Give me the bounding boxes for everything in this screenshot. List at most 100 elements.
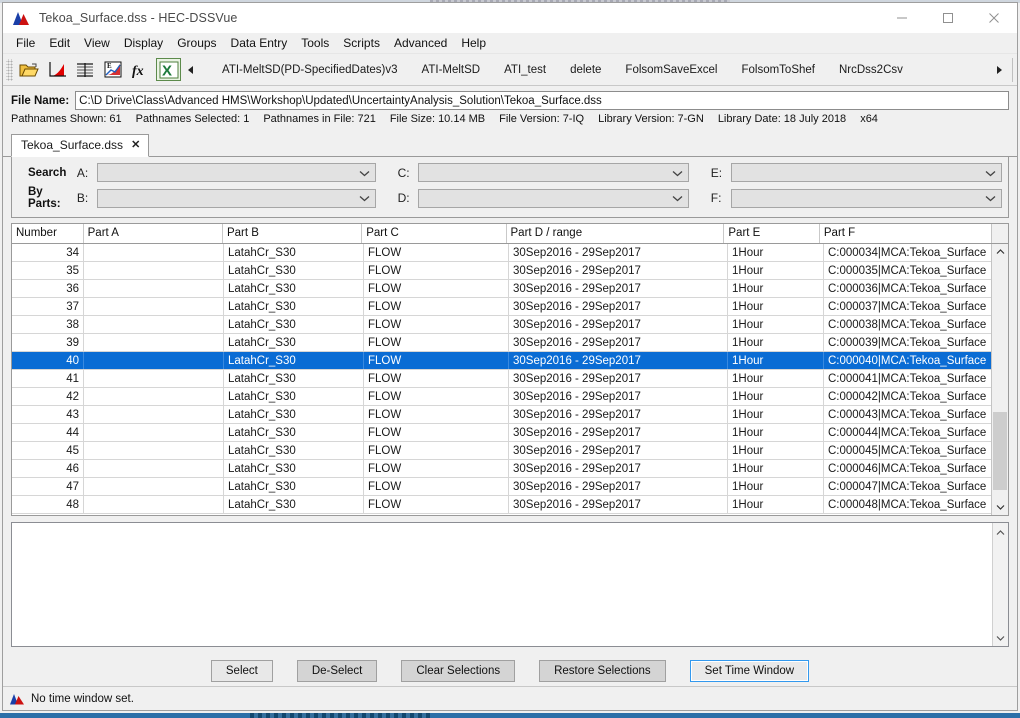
- table-row[interactable]: 37 LatahCr_S30 FLOW 30Sep2016 - 29Sep2017 1H…: [12, 298, 1008, 316]
- column-header-part-d-range[interactable]: Part D / range: [507, 224, 725, 243]
- column-header-part-c[interactable]: Part C: [362, 224, 507, 243]
- chevron-down-icon[interactable]: [996, 630, 1005, 644]
- table-row[interactable]: 35 LatahCr_S30 FLOW 30Sep2016 - 29Sep2017 1H…: [12, 262, 1008, 280]
- menu-advanced[interactable]: Advanced: [387, 34, 454, 52]
- table-row[interactable]: 36 LatahCr_S30 FLOW 30Sep2016 - 29Sep2017 1H…: [12, 280, 1008, 298]
- part-a-combobox[interactable]: [97, 163, 376, 182]
- math-function-icon[interactable]: fx: [128, 57, 154, 83]
- file-path-input[interactable]: C:\D Drive\Class\Advanced HMS\Workshop\U…: [75, 91, 1009, 110]
- chevron-down-icon[interactable]: [985, 166, 996, 180]
- cell-part-f: C:000044|MCA:Tekoa_Surface: [828, 427, 987, 439]
- part-f-combobox[interactable]: [731, 188, 1002, 208]
- pathname-table: Number Part A Part B Part C Part D / ran…: [11, 223, 1009, 516]
- column-header-part-f[interactable]: Part F: [820, 224, 991, 243]
- plot-chart-icon[interactable]: [44, 57, 70, 83]
- taskbar-buttons-remnant[interactable]: [250, 713, 430, 718]
- de-select-button[interactable]: De-Select: [296, 660, 378, 682]
- taskbar-strip[interactable]: [0, 713, 1020, 718]
- cell-part-d: 30Sep2016 - 29Sep2017: [509, 460, 728, 477]
- table-row[interactable]: 45 LatahCr_S30 FLOW 30Sep2016 - 29Sep2017 1H…: [12, 442, 1008, 460]
- menu-file[interactable]: File: [9, 34, 42, 52]
- selected-pathnames-panel[interactable]: [11, 522, 1009, 647]
- close-icon[interactable]: [971, 3, 1017, 33]
- part-e-combobox[interactable]: [731, 163, 1002, 182]
- selected-pathnames-scrollbar[interactable]: [992, 523, 1008, 646]
- cell-part-d: 30Sep2016 - 29Sep2017: [509, 370, 728, 387]
- column-header-part-a[interactable]: Part A: [84, 224, 223, 243]
- scrollbar-down-arrow-icon[interactable]: [992, 499, 1008, 515]
- menu-data-entry[interactable]: Data Entry: [224, 34, 295, 52]
- cell-part-d: 30Sep2016 - 29Sep2017: [509, 280, 728, 297]
- triangle-left-icon[interactable]: [182, 57, 200, 83]
- menu-help[interactable]: Help: [454, 34, 493, 52]
- script-tab-ati-meltsd-pd-specifieddates-v3[interactable]: ATI-MeltSD(PD-SpecifiedDates)v3: [210, 60, 410, 80]
- menu-groups[interactable]: Groups: [170, 34, 223, 52]
- cell-part-c: FLOW: [364, 244, 509, 261]
- excel-export-icon[interactable]: X: [156, 58, 181, 81]
- stat-pathnames-in-file-label: Pathnames in File:: [263, 113, 355, 125]
- table-vertical-scrollbar[interactable]: [991, 244, 1008, 515]
- part-d-combobox[interactable]: [418, 188, 689, 208]
- clear-selections-button[interactable]: Clear Selections: [401, 660, 516, 682]
- menu-display[interactable]: Display: [117, 34, 170, 52]
- menu-scripts[interactable]: Scripts: [336, 34, 387, 52]
- edit-chart-icon[interactable]: E: [100, 57, 126, 83]
- part-c-combobox[interactable]: [418, 163, 689, 182]
- stat-pathnames-in-file-value: 721: [357, 113, 376, 125]
- tabulate-icon[interactable]: [72, 57, 98, 83]
- chevron-down-icon[interactable]: [672, 191, 683, 205]
- file-tab-tekoa-surface[interactable]: Tekoa_Surface.dss ✕: [11, 134, 150, 157]
- part-b-combobox[interactable]: [97, 188, 376, 208]
- script-tab-ati-test[interactable]: ATI_test: [492, 60, 558, 80]
- column-header-part-e[interactable]: Part E: [724, 224, 820, 243]
- triangle-right-icon[interactable]: [990, 57, 1008, 83]
- table-row[interactable]: 42 LatahCr_S30 FLOW 30Sep2016 - 29Sep2017 1H…: [12, 388, 1008, 406]
- cell-part-a: [84, 406, 224, 423]
- stat-pathnames-selected-value: 1: [243, 113, 250, 125]
- toolbar-drag-handle[interactable]: [6, 58, 13, 81]
- cell-number: 41: [12, 370, 84, 387]
- set-time-window-button[interactable]: Set Time Window: [689, 660, 810, 682]
- script-tab-folsomtoshef[interactable]: FolsomToShef: [729, 60, 827, 80]
- script-tab-ati-meltsd[interactable]: ATI-MeltSD: [410, 60, 493, 80]
- table-row[interactable]: 34 LatahCr_S30 FLOW 30Sep2016 - 29Sep2017 1H…: [12, 244, 1008, 262]
- stat-pathnames-shown-label: Pathnames Shown:: [11, 113, 107, 125]
- scrollbar-track[interactable]: [992, 260, 1008, 499]
- chevron-down-icon[interactable]: [359, 191, 370, 205]
- scrollbar-thumb[interactable]: [993, 412, 1007, 490]
- table-row[interactable]: 40 LatahCr_S30 FLOW 30Sep2016 - 29Sep2017 1H…: [12, 352, 1008, 370]
- file-tab-strip: Tekoa_Surface.dss ✕: [3, 133, 1017, 157]
- table-row[interactable]: 44 LatahCr_S30 FLOW 30Sep2016 - 29Sep2017 1H…: [12, 424, 1008, 442]
- column-header-number[interactable]: Number: [12, 224, 84, 243]
- chevron-up-icon[interactable]: [996, 525, 1005, 539]
- chevron-down-icon[interactable]: [985, 191, 996, 205]
- menu-view[interactable]: View: [77, 34, 117, 52]
- script-tab-delete[interactable]: delete: [558, 60, 613, 80]
- table-row[interactable]: 39 LatahCr_S30 FLOW 30Sep2016 - 29Sep2017 1H…: [12, 334, 1008, 352]
- cell-part-e: 1Hour: [728, 406, 824, 423]
- menu-tools[interactable]: Tools: [294, 34, 336, 52]
- chevron-down-icon[interactable]: [672, 166, 683, 180]
- table-row[interactable]: 38 LatahCr_S30 FLOW 30Sep2016 - 29Sep2017 1H…: [12, 316, 1008, 334]
- scrollbar-up-arrow-icon[interactable]: [992, 244, 1008, 260]
- table-row[interactable]: 47 LatahCr_S30 FLOW 30Sep2016 - 29Sep2017 1H…: [12, 478, 1008, 496]
- restore-selections-button[interactable]: Restore Selections: [539, 660, 666, 682]
- selected-pathnames-content[interactable]: [12, 523, 992, 646]
- open-folder-icon[interactable]: [16, 57, 42, 83]
- chevron-down-icon[interactable]: [359, 166, 370, 180]
- file-name-label: File Name:: [11, 94, 70, 107]
- cell-part-d: 30Sep2016 - 29Sep2017: [509, 442, 728, 459]
- menu-edit[interactable]: Edit: [42, 34, 77, 52]
- minimize-icon[interactable]: [879, 3, 925, 33]
- script-tab-nrcdss2csv[interactable]: NrcDss2Csv: [827, 60, 915, 80]
- close-tab-icon[interactable]: ✕: [131, 139, 140, 151]
- table-row[interactable]: 48 LatahCr_S30 FLOW 30Sep2016 - 29Sep2017 1H…: [12, 496, 1008, 514]
- script-tab-folsomsaveexcel[interactable]: FolsomSaveExcel: [613, 60, 729, 80]
- select-button[interactable]: Select: [210, 660, 273, 682]
- maximize-icon[interactable]: [925, 3, 971, 33]
- table-row[interactable]: 46 LatahCr_S30 FLOW 30Sep2016 - 29Sep2017 1H…: [12, 460, 1008, 478]
- cell-part-e: 1Hour: [728, 442, 824, 459]
- table-row[interactable]: 43 LatahCr_S30 FLOW 30Sep2016 - 29Sep2017 1H…: [12, 406, 1008, 424]
- table-row[interactable]: 41 LatahCr_S30 FLOW 30Sep2016 - 29Sep2017 1H…: [12, 370, 1008, 388]
- column-header-part-b[interactable]: Part B: [223, 224, 363, 243]
